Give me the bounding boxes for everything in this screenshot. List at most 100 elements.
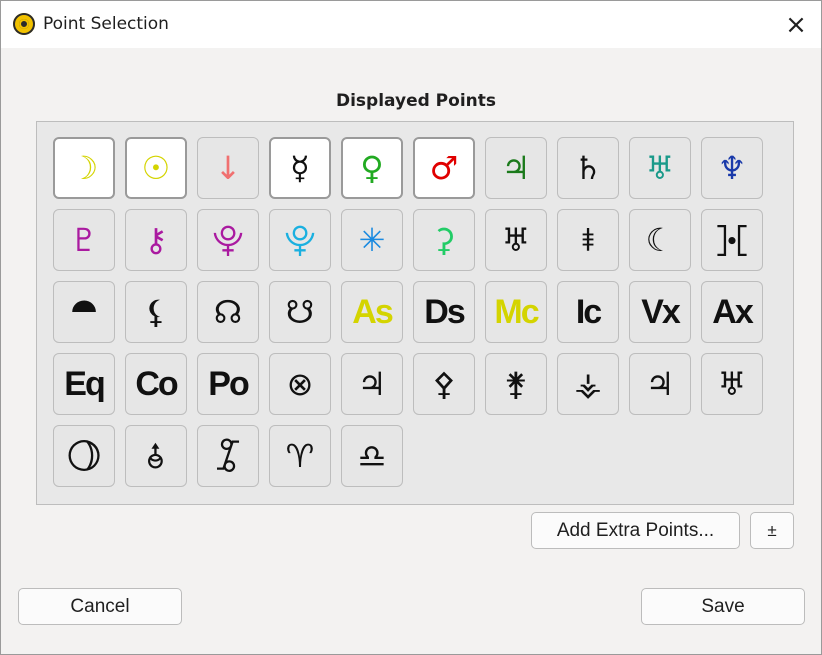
south-node-icon: ☋ [285, 293, 315, 331]
pallas-icon: ⚴ [432, 365, 456, 403]
point-toggle-21[interactable]: ⯊ [53, 281, 115, 343]
point-toggle-31[interactable]: Eq [53, 353, 115, 415]
vertex-icon: Vx [641, 293, 681, 331]
point-toggle-14[interactable]: ⯓ [269, 209, 331, 271]
point-toggle-18[interactable]: ⯒ [557, 209, 619, 271]
point-toggle-29[interactable]: Vx [629, 281, 691, 343]
venus-icon: ♀ [360, 149, 384, 187]
point-toggle-12[interactable]: ⚷ [125, 209, 187, 271]
lilith-icon: ☾ [645, 221, 675, 259]
vesta-icon: ⚶ [574, 365, 602, 403]
midheaven-icon: Mc [494, 293, 539, 331]
sedna-icon: ⯒ [580, 221, 596, 259]
points-panel: ☽ ☉ ↓ ☿ ♀ ♂ ♃ ♄ ♅ ♆ ♇ ⚷ ⯓ ⯓ ✳ ⚳ ♅ ⯒ ☾ ⯘ ⯊ ⚸ ☊ ☋ As Ds Mc Ic Vx Ax Eq Co… [36, 121, 794, 505]
point-toggle-19[interactable]: ☾ [629, 209, 691, 271]
point-toggle-30[interactable]: Ax [701, 281, 763, 343]
equatorial-ascendant-icon: Eq [64, 365, 105, 403]
saturn-icon: ♄ [573, 149, 603, 187]
app-sun-icon [13, 13, 35, 35]
moon-icon: ☽ [69, 149, 99, 187]
point-toggle-16[interactable]: ⚳ [413, 209, 475, 271]
point-toggle-23[interactable]: ☊ [197, 281, 259, 343]
point-toggle-28[interactable]: Ic [557, 281, 619, 343]
point-toggle-25[interactable]: As [341, 281, 403, 343]
point-toggle-40[interactable]: ♅ [701, 353, 763, 415]
plus-minus-button[interactable]: ± [750, 512, 794, 549]
co-ascendant-icon: Co [135, 365, 178, 403]
point-toggle-33[interactable]: Po [197, 353, 259, 415]
point-toggle-7[interactable]: ♃ [485, 137, 547, 199]
point-toggle-35[interactable]: ♃ [341, 353, 403, 415]
save-button[interactable]: Save [641, 588, 805, 625]
points-grid: ☽ ☉ ↓ ☿ ♀ ♂ ♃ ♄ ♅ ♆ ♇ ⚷ ⯓ ⯓ ✳ ⚳ ♅ ⯒ ☾ ⯘ ⯊ ⚸ ☊ ☋ As Ds Mc Ic Vx Ax Eq Co… [53, 137, 763, 487]
point-toggle-43[interactable]: ⯙ [197, 425, 259, 487]
point-toggle-17[interactable]: ♅ [485, 209, 547, 271]
point-toggle-44[interactable]: ♈ [269, 425, 331, 487]
eris-icon: ⯓ [284, 221, 316, 259]
point-toggle-2[interactable]: ☉ [125, 137, 187, 199]
sun-icon: ☉ [141, 149, 171, 187]
point-toggle-34[interactable]: ⊗ [269, 353, 331, 415]
descendant-icon: Ds [424, 293, 465, 331]
point-toggle-9[interactable]: ♅ [629, 137, 691, 199]
point-toggle-27[interactable]: Mc [485, 281, 547, 343]
mercury-icon: ☿ [290, 149, 310, 187]
point-icon-6: ⯖ [66, 437, 102, 475]
point-icon-5: ♅ [717, 365, 747, 403]
point-toggle-10[interactable]: ♆ [701, 137, 763, 199]
point-toggle-1[interactable]: ☽ [53, 137, 115, 199]
add-extra-points-button[interactable]: Add Extra Points... [531, 512, 740, 549]
ascendant-icon: As [352, 293, 393, 331]
arrow-down-icon: ↓ [214, 149, 242, 187]
point-toggle-36[interactable]: ⚴ [413, 353, 475, 415]
proserpina-icon: ⯘ [715, 221, 749, 259]
point-toggle-11[interactable]: ♇ [53, 209, 115, 271]
point-toggle-5[interactable]: ♀ [341, 137, 403, 199]
point-selection-dialog: Point Selection × Displayed Points ☽ ☉ ↓ ☿ ♀… [0, 0, 822, 655]
point-icon-1: ⯊ [71, 293, 97, 331]
point-toggle-32[interactable]: Co [125, 353, 187, 415]
juno-icon: ⚵ [504, 365, 528, 403]
point-toggle-38[interactable]: ⚶ [557, 353, 619, 415]
aries-icon: ♈ [285, 437, 315, 475]
point-icon-3: ♃ [357, 365, 387, 403]
point-icon-4: ♃ [645, 365, 675, 403]
north-node-icon: ☊ [213, 293, 243, 331]
point-toggle-37[interactable]: ⚵ [485, 353, 547, 415]
imum-coeli-icon: Ic [575, 293, 602, 331]
point-toggle-15[interactable]: ✳ [341, 209, 403, 271]
point-toggle-45[interactable]: ♎ [341, 425, 403, 487]
point-icon-8: ⯙ [215, 437, 241, 475]
point-icon-2: ⚸ [144, 293, 168, 331]
uranus-alt-icon: ♅ [501, 221, 531, 259]
section-title: Displayed Points [335, 91, 496, 111]
uranus-icon: ♅ [645, 149, 675, 187]
part-of-fortune-icon: ⊗ [286, 365, 314, 403]
pluto-icon: ♇ [69, 221, 99, 259]
point-toggle-4[interactable]: ☿ [269, 137, 331, 199]
point-toggle-13[interactable]: ⯓ [197, 209, 259, 271]
cancel-button[interactable]: Cancel [18, 588, 182, 625]
asterisk-icon: ✳ [358, 221, 386, 259]
point-toggle-41[interactable]: ⯖ [53, 425, 115, 487]
point-toggle-24[interactable]: ☋ [269, 281, 331, 343]
mars-icon: ♂ [429, 149, 459, 187]
point-toggle-39[interactable]: ♃ [629, 353, 691, 415]
point-toggle-26[interactable]: Ds [413, 281, 475, 343]
neptune-icon: ♆ [717, 149, 747, 187]
antivertex-icon: Ax [712, 293, 753, 331]
point-toggle-22[interactable]: ⚸ [125, 281, 187, 343]
point-toggle-8[interactable]: ♄ [557, 137, 619, 199]
point-toggle-6[interactable]: ♂ [413, 137, 475, 199]
libra-icon: ♎ [357, 437, 387, 475]
point-toggle-3[interactable]: ↓ [197, 137, 259, 199]
point-toggle-42[interactable]: ⯗ [125, 425, 187, 487]
chiron-icon: ⚷ [144, 221, 168, 259]
point-toggle-20[interactable]: ⯘ [701, 209, 763, 271]
window-title: Point Selection [43, 14, 169, 34]
jupiter-icon: ♃ [501, 149, 531, 187]
title-bar: Point Selection × [1, 1, 821, 48]
point-icon-7: ⯗ [146, 437, 166, 475]
pluto-alt-icon: ⯓ [212, 221, 244, 259]
close-icon[interactable]: × [781, 11, 811, 39]
